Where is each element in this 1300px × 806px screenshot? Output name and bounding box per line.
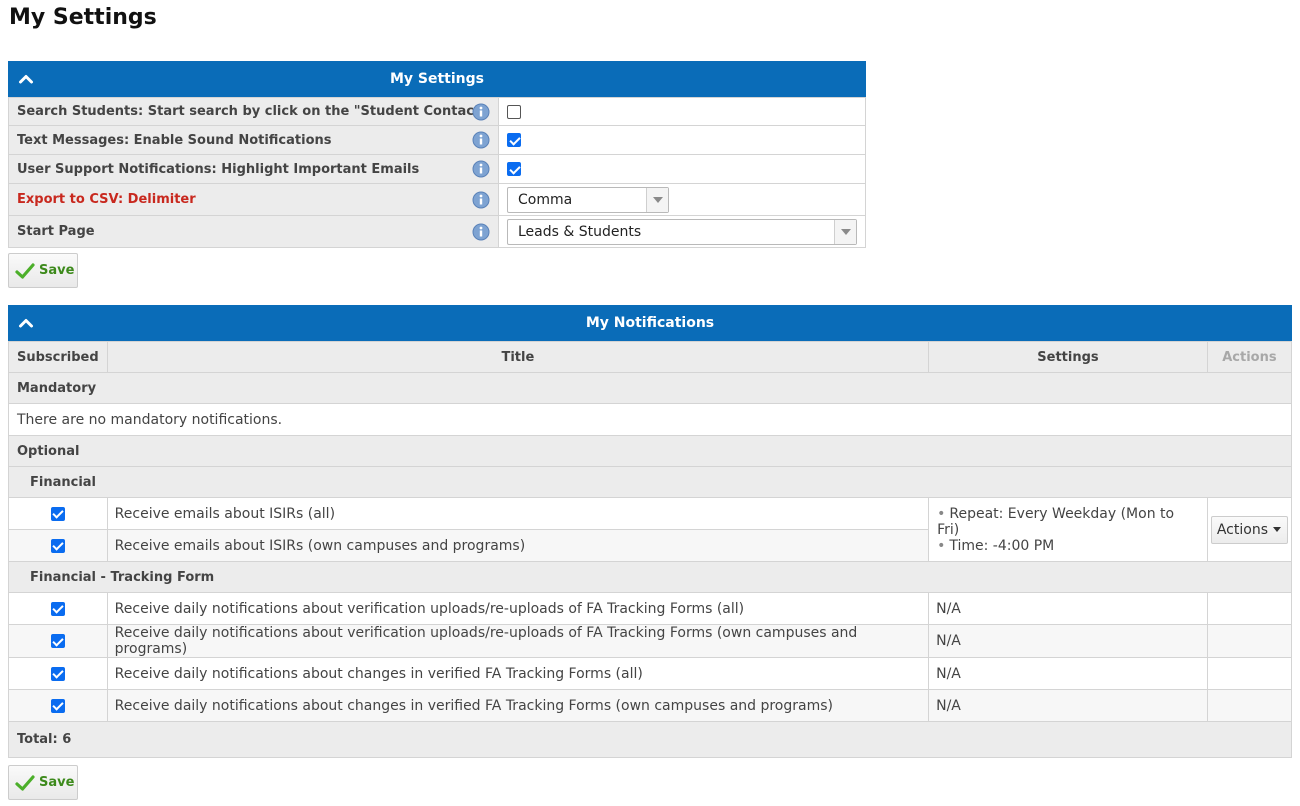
group-row-optional: Optional bbox=[8, 435, 1292, 467]
no-mandatory-text: There are no mandatory notifications. bbox=[8, 403, 1292, 436]
csv-delimiter-select[interactable]: Comma bbox=[507, 186, 669, 213]
setting-label-text-messages: Text Messages: Enable Sound Notification… bbox=[8, 125, 499, 155]
notification-settings: N/A bbox=[928, 689, 1208, 722]
subscribed-checkbox[interactable] bbox=[50, 506, 65, 521]
setting-row: Text Messages: Enable Sound Notification… bbox=[8, 125, 866, 155]
column-header-subscribed[interactable]: Subscribed bbox=[8, 341, 108, 373]
notification-title: Receive emails about ISIRs (all) bbox=[106, 497, 930, 530]
chevron-up-icon[interactable] bbox=[18, 71, 34, 87]
setting-label-export-csv: Export to CSV: Delimiter bbox=[8, 183, 499, 216]
caret-down-icon bbox=[1272, 527, 1281, 532]
subscribed-checkbox[interactable] bbox=[50, 634, 65, 648]
setting-row: Export to CSV: Delimiter Comma bbox=[8, 183, 866, 216]
caret-down-icon[interactable] bbox=[834, 219, 856, 244]
check-icon bbox=[15, 262, 35, 280]
chevron-up-icon[interactable] bbox=[18, 315, 34, 331]
notification-title: Receive daily notifications about verifi… bbox=[106, 592, 930, 625]
total-row: Total: 6 bbox=[8, 721, 1292, 758]
info-icon[interactable] bbox=[472, 160, 490, 178]
table-row: Receive emails about ISIRs (all) • Repeat… bbox=[8, 497, 1293, 562]
settings-table: Search Students: Start search by click o… bbox=[8, 97, 866, 248]
setting-label-search-students: Search Students: Start search by click o… bbox=[8, 97, 499, 126]
column-header-actions: Actions bbox=[1206, 341, 1293, 373]
subscribed-checkbox[interactable] bbox=[50, 601, 65, 616]
setting-row: User Support Notifications: Highlight Im… bbox=[8, 154, 866, 184]
search-students-checkbox[interactable] bbox=[507, 104, 521, 119]
setting-label-user-support: User Support Notifications: Highlight Im… bbox=[8, 154, 499, 184]
notifications-save-button[interactable]: Save bbox=[8, 765, 78, 800]
total-count: Total: 6 bbox=[8, 721, 1292, 758]
table-row: Receive daily notifications about verifi… bbox=[8, 592, 1293, 625]
notification-settings: N/A bbox=[928, 657, 1208, 690]
notifications-table: Subscribed Title Settings Actions Mandat… bbox=[8, 341, 1293, 758]
column-header-settings[interactable]: Settings bbox=[928, 341, 1208, 373]
setting-row: Search Students: Start search by click o… bbox=[8, 97, 866, 126]
info-icon[interactable] bbox=[472, 191, 490, 209]
notifications-panel-header[interactable]: My Notifications bbox=[8, 305, 1292, 341]
subscribed-checkbox[interactable] bbox=[50, 538, 65, 553]
notification-title: Receive daily notifications about verifi… bbox=[106, 624, 930, 658]
table-row: Receive daily notifications about change… bbox=[8, 657, 1293, 690]
check-icon bbox=[15, 774, 35, 792]
group-row-mandatory: Mandatory bbox=[8, 372, 1292, 404]
info-icon[interactable] bbox=[472, 223, 490, 241]
settings-panel-header[interactable]: My Settings bbox=[8, 61, 866, 97]
table-header-row: Subscribed Title Settings Actions bbox=[8, 341, 1293, 373]
info-icon[interactable] bbox=[472, 131, 490, 149]
page-title: My Settings bbox=[9, 5, 157, 30]
notifications-panel-title: My Notifications bbox=[585, 315, 715, 331]
column-header-title[interactable]: Title bbox=[106, 341, 930, 373]
empty-row: There are no mandatory notifications. bbox=[8, 403, 1292, 436]
caret-down-icon[interactable] bbox=[646, 187, 668, 212]
table-row: Receive daily notifications about verifi… bbox=[8, 624, 1293, 658]
subscribed-checkbox[interactable] bbox=[50, 698, 65, 713]
highlight-emails-checkbox[interactable] bbox=[507, 162, 521, 176]
notification-settings: N/A bbox=[928, 624, 1208, 658]
start-page-select[interactable]: Leads & Students bbox=[507, 218, 857, 245]
group-row-financial: Financial bbox=[8, 466, 1292, 498]
table-row: Receive daily notifications about change… bbox=[8, 689, 1293, 722]
info-icon[interactable] bbox=[472, 103, 490, 121]
notification-title: Receive emails about ISIRs (own campuses… bbox=[106, 529, 930, 562]
settings-panel-title: My Settings bbox=[389, 71, 484, 87]
sound-notifications-checkbox[interactable] bbox=[507, 133, 521, 147]
actions-dropdown-button[interactable]: Actions bbox=[1210, 515, 1288, 544]
notification-settings: • Repeat: Every Weekday (Mon to Fri) • Tim… bbox=[928, 497, 1208, 562]
notification-title: Receive daily notifications about change… bbox=[106, 689, 930, 722]
notification-settings: N/A bbox=[928, 592, 1208, 625]
settings-save-button[interactable]: Save bbox=[8, 253, 78, 288]
setting-row: Start Page Leads & Students bbox=[8, 215, 866, 248]
setting-label-start-page: Start Page bbox=[8, 215, 499, 248]
subscribed-checkbox[interactable] bbox=[50, 666, 65, 681]
group-row-financial-tracking-form: Financial - Tracking Form bbox=[8, 561, 1292, 593]
notification-title: Receive daily notifications about change… bbox=[106, 657, 930, 690]
